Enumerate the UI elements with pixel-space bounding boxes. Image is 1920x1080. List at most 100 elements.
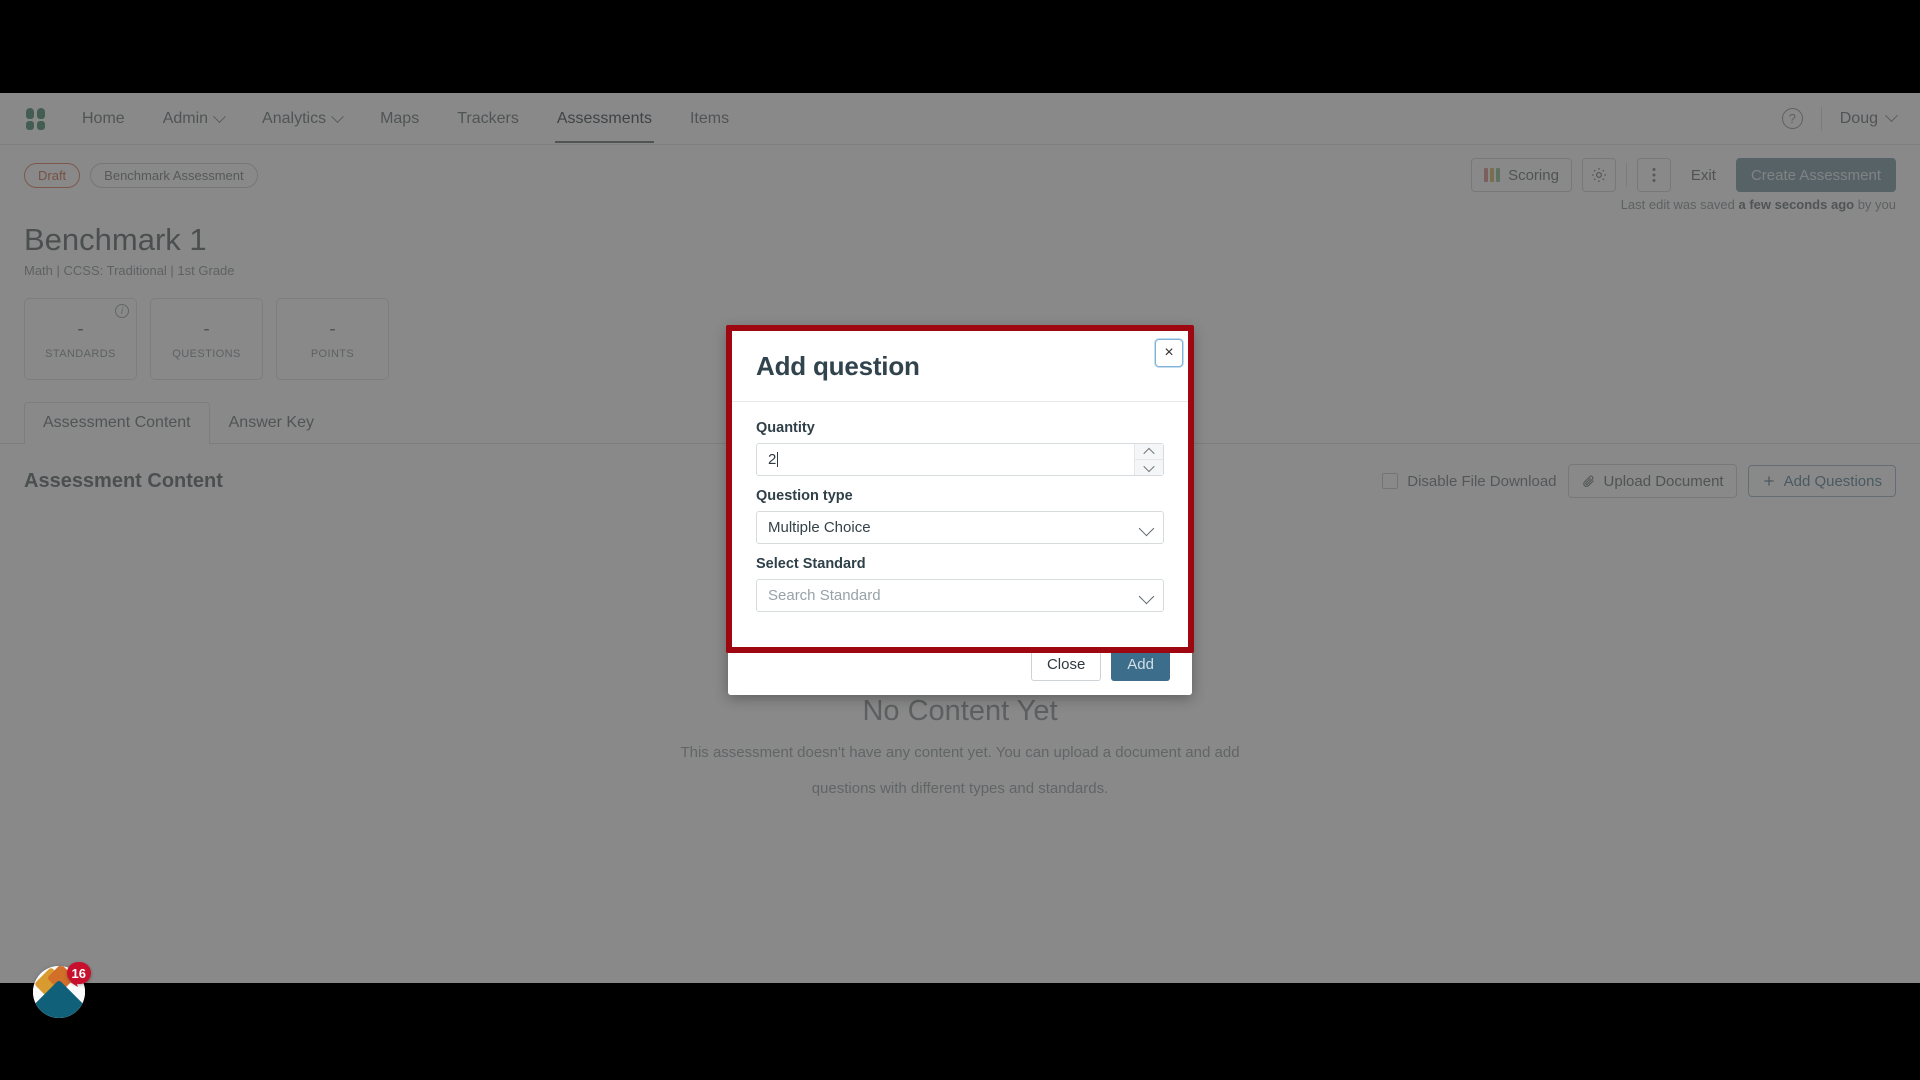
disable-file-download-checkbox[interactable] [1382,473,1399,489]
page-subtitle: Math | CCSS: Traditional | 1st Grade [24,263,235,278]
info-icon[interactable]: i [115,304,129,318]
add-button-label: Add [1127,656,1154,673]
modal-header: Add question × [728,327,1192,402]
assessment-subheader: Draft Benchmark Assessment Scoring Exit … [0,145,1920,212]
empty-state-title: No Content Yet [862,695,1058,727]
close-icon[interactable]: × [1155,339,1183,367]
assessment-type-badge: Benchmark Assessment [90,162,258,188]
chevron-down-icon [1885,109,1898,123]
status-badge: Draft [24,162,81,188]
upload-document-button[interactable]: Upload Document [1567,464,1737,498]
scoring-button-label: Scoring [1508,166,1559,184]
select-standard-search[interactable]: Search Standard [756,579,1164,612]
chevron-down-icon [1138,520,1155,537]
nav-item-home[interactable]: Home [80,94,127,143]
question-type-label: Question type [756,488,853,504]
nav-item-label: Assessments [556,110,652,127]
stat-label: QUESTIONS [172,347,241,360]
nav-item-trackers[interactable]: Trackers [455,94,521,143]
select-standard-placeholder: Search Standard [768,587,881,604]
saved-prefix: Last edit was saved [1620,197,1739,212]
empty-state-line1: This assessment doesn't have any content… [680,744,1240,761]
tab-label: Assessment Content [43,414,191,431]
close-glyph: × [1164,344,1174,361]
nav-item-label: Trackers [457,110,519,127]
chevron-up-icon [1143,447,1155,459]
stat-label: POINTS [310,347,355,360]
question-type-value: Multiple Choice [768,519,871,536]
gear-icon [1591,167,1606,183]
nav-item-label: Home [82,110,125,127]
saved-time: a few seconds ago [1738,197,1855,212]
chevron-down-icon [1138,588,1155,605]
settings-gear-button[interactable] [1581,158,1616,192]
status-badge-label: Draft [38,167,67,183]
close-button-label: Close [1046,656,1086,673]
user-menu-button[interactable]: Doug [1839,109,1898,128]
quantity-increment-button[interactable] [1135,444,1163,459]
quantity-label: Quantity [756,420,815,436]
stat-card-questions: - QUESTIONS [150,298,263,380]
modal-footer: Close Add [728,634,1192,695]
plus-icon [1763,476,1774,486]
content-heading: Assessment Content [24,469,223,492]
exit-button[interactable]: Exit [1681,158,1726,192]
nav-right-group: ? Doug [1781,106,1898,131]
screen-root: Home Admin Analytics Maps Trackers Asses… [0,0,1920,1080]
nav-item-assessments[interactable]: Assessments [554,94,655,143]
empty-state-line2: questions with different types and stand… [811,780,1109,797]
nav-item-analytics[interactable]: Analytics [260,94,344,143]
nav-divider [1820,106,1822,131]
disable-file-download-row[interactable]: Disable File Download [1382,473,1557,490]
page-title: Benchmark 1 [24,222,207,257]
stat-label: STANDARDS [45,347,116,360]
tab-answer-key[interactable]: Answer Key [210,402,333,444]
nav-item-maps[interactable]: Maps [378,94,421,143]
create-assessment-label: Create Assessment [1750,166,1881,184]
modal-card: Add question × Quantity 2 Question type [728,327,1192,695]
stat-card-points: - POINTS [276,298,389,380]
question-type-select[interactable]: Multiple Choice [756,511,1164,544]
assessment-type-label: Benchmark Assessment [104,167,244,183]
create-assessment-button[interactable]: Create Assessment [1735,158,1896,192]
kebab-menu-icon [1652,168,1656,182]
chevron-down-icon [213,109,226,123]
help-icon[interactable]: ? [1781,108,1803,129]
add-questions-label: Add Questions [1783,472,1882,490]
quantity-spinner [1134,444,1163,475]
content-header-actions: Disable File Download Upload Document Ad… [1382,464,1896,498]
add-question-modal: Add question × Quantity 2 Question type [728,327,1192,695]
scoring-button[interactable]: Scoring [1471,158,1572,192]
stat-card-standards: i - STANDARDS [24,298,137,380]
tab-assessment-content[interactable]: Assessment Content [24,402,210,445]
nav-item-label: Maps [380,110,420,127]
quantity-stepper[interactable]: 2 [756,443,1164,476]
add-questions-button[interactable]: Add Questions [1747,465,1896,497]
add-button[interactable]: Add [1111,648,1170,681]
stat-value: - [77,318,84,340]
help-widget-badge: 16 [66,962,91,984]
exit-button-label: Exit [1690,166,1716,184]
chevron-down-icon [1143,460,1155,472]
quantity-input-value[interactable]: 2 [757,451,776,468]
text-cursor [777,452,779,467]
help-widget-button[interactable]: 16 [33,962,91,1018]
user-menu-label: Doug [1839,109,1878,127]
more-options-button[interactable] [1636,158,1671,192]
scoring-bars-icon [1484,168,1501,182]
nav-item-label: Items [689,110,730,127]
paperclip-icon [1582,475,1594,487]
select-standard-label: Select Standard [756,556,866,572]
help-widget-badge-count: 16 [71,965,86,981]
close-button[interactable]: Close [1030,648,1102,681]
chevron-down-icon [331,109,344,123]
tab-label: Answer Key [228,414,314,431]
nav-item-items[interactable]: Items [688,94,731,143]
nav-item-label: Admin [162,110,209,127]
upload-document-label: Upload Document [1603,472,1724,490]
app-logo-icon[interactable] [24,107,54,131]
nav-item-label: Analytics [262,110,327,127]
top-navigation-bar: Home Admin Analytics Maps Trackers Asses… [0,93,1920,145]
nav-item-admin[interactable]: Admin [161,94,226,143]
quantity-decrement-button[interactable] [1135,459,1163,475]
